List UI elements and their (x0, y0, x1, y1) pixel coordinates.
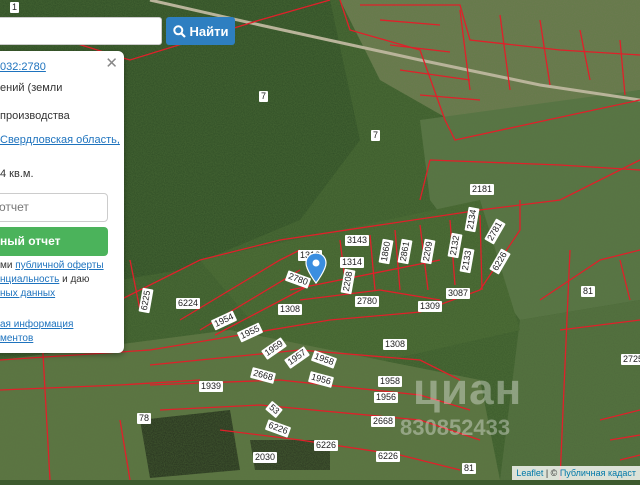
plot-label[interactable]: 6224 (176, 298, 201, 309)
order-report-button[interactable]: ный отчет (0, 227, 108, 256)
offer-link[interactable]: публичной оферты (15, 260, 103, 271)
plot-label[interactable]: 1308 (278, 304, 303, 315)
cadastre-link[interactable]: Публичная кадаст (560, 468, 636, 478)
category-text: ений (земли (0, 82, 63, 94)
address-link[interactable]: Свердловская область, (0, 134, 120, 146)
plot-label[interactable]: 1309 (418, 301, 443, 312)
plot-label[interactable]: 1 (10, 2, 20, 13)
map-attribution: Leaflet | © Публичная кадаст (512, 466, 640, 480)
leaflet-link[interactable]: Leaflet (516, 468, 543, 478)
plot-label[interactable]: 81 (581, 286, 596, 297)
cadastral-number-link[interactable]: 032:2780 (0, 61, 46, 73)
close-icon[interactable]: ✕ (105, 54, 118, 72)
consent-line-3: ных данных (0, 287, 55, 300)
search-icon (172, 24, 186, 38)
consent-text-1: ми (0, 260, 16, 271)
watermark-brand: циан (413, 365, 523, 414)
plot-label[interactable]: 2181 (470, 184, 495, 195)
search-button-label: Найти (189, 23, 229, 39)
plot-label[interactable]: 81 (462, 463, 477, 474)
plot-label[interactable]: 1956 (374, 392, 399, 403)
area-text: 4 кв.м. (0, 168, 34, 180)
plot-label[interactable]: 1939 (199, 381, 224, 392)
info-link-2[interactable]: ментов (0, 332, 33, 345)
plot-label[interactable]: 7 (371, 130, 381, 141)
parcel-info-popup: ✕ 032:2780 ений (земли производства Свер… (0, 51, 124, 353)
privacy-link[interactable]: нциальность (0, 274, 59, 285)
watermark-id: 830852433 (400, 415, 511, 440)
plot-label[interactable]: 6226 (314, 440, 339, 451)
search-button[interactable]: Найти (166, 17, 235, 45)
plot-label[interactable]: 1314 (340, 257, 365, 268)
search-input[interactable] (0, 17, 162, 45)
consent-line-2: нциальность и даю (0, 273, 89, 286)
personal-data-link[interactable]: ных данных (0, 288, 55, 299)
plot-label[interactable]: 78 (137, 413, 152, 424)
plot-label[interactable]: 3143 (345, 235, 370, 246)
consent-text-2: и даю (59, 274, 90, 285)
attribution-separator: | © (543, 468, 560, 478)
plot-label[interactable]: 2030 (253, 452, 278, 463)
plot-label[interactable]: 2780 (355, 296, 380, 307)
plot-label[interactable]: 3087 (446, 288, 471, 299)
report-email-input[interactable]: отчет (0, 193, 108, 222)
use-text: производства (0, 110, 70, 122)
plot-label[interactable]: 6226 (376, 451, 401, 462)
map-marker-icon[interactable] (305, 252, 327, 284)
report-input-placeholder: отчет (0, 200, 29, 214)
plot-label[interactable]: 1308 (383, 339, 408, 350)
consent-line-1: ми публичной оферты (0, 259, 104, 272)
plot-label[interactable]: 7 (259, 91, 269, 102)
plot-label[interactable]: 2725 (621, 354, 640, 365)
plot-label[interactable]: 1958 (378, 376, 403, 387)
info-link-1[interactable]: ая информация (0, 318, 73, 331)
plot-label[interactable]: 2668 (371, 416, 396, 427)
